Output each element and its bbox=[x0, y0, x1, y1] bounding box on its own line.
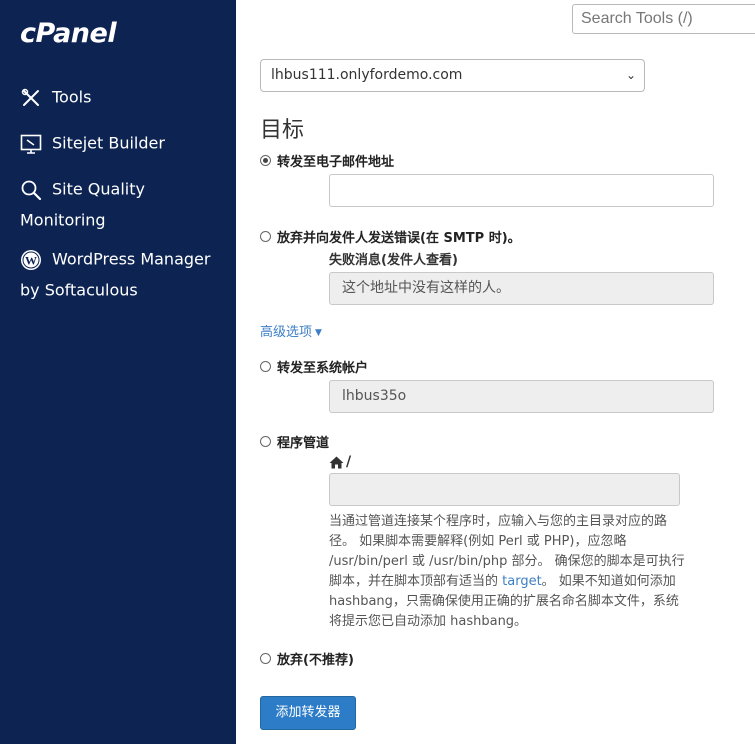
sidebar-item-label: Site Quality bbox=[52, 179, 145, 199]
section-heading: 目标 bbox=[260, 118, 305, 143]
option-label: 放弃(不推荐) bbox=[277, 653, 354, 668]
option-label: 转发至系统帐户 bbox=[277, 361, 369, 376]
pipe-path-field[interactable] bbox=[329, 473, 680, 506]
sidebar: cPanel Tools Sitejet Builder Site Qualit… bbox=[0, 0, 236, 744]
radio-forward-email[interactable] bbox=[260, 155, 271, 166]
radio-discard-error[interactable] bbox=[260, 231, 271, 242]
option-discard[interactable]: 放弃(不推荐) bbox=[260, 649, 354, 668]
advanced-options-toggle[interactable]: 高级选项 ▼ bbox=[260, 321, 322, 340]
top-bar: Search Tools (/) bbox=[236, 0, 755, 50]
sidebar-item-label: Sitejet Builder bbox=[52, 133, 165, 153]
help-target-link[interactable]: target bbox=[502, 574, 542, 589]
option-label: 放弃并向发件人发送错误(在 SMTP 时)。 bbox=[277, 231, 521, 246]
add-forwarder-button[interactable]: 添加转发器 bbox=[260, 696, 356, 730]
pipe-help-text: 当通过管道连接某个程序时，应输入与您的主目录对应的路径。 如果脚本需要解释(例如… bbox=[329, 512, 689, 632]
radio-discard[interactable] bbox=[260, 653, 271, 664]
sidebar-item-site-quality-monitoring[interactable]: Site Quality Monitoring bbox=[20, 174, 225, 235]
sidebar-item-label-line2: Monitoring bbox=[20, 210, 106, 229]
email-field[interactable] bbox=[329, 174, 714, 207]
search-input[interactable]: Search Tools (/) bbox=[572, 4, 755, 34]
sidebar-item-label: Tools bbox=[52, 87, 92, 107]
chevron-down-icon: ⌄ bbox=[625, 68, 636, 82]
home-path-prefix: / bbox=[329, 454, 351, 470]
monitor-icon bbox=[20, 133, 42, 155]
option-forward-system[interactable]: 转发至系统帐户 bbox=[260, 357, 368, 376]
domain-select-value: lhbus111.onlyfordemo.com bbox=[271, 67, 463, 83]
caret-down-icon: ▼ bbox=[315, 327, 322, 338]
radio-forward-system[interactable] bbox=[260, 361, 271, 372]
radio-pipe-program[interactable] bbox=[260, 436, 271, 447]
advanced-options-label: 高级选项 bbox=[260, 325, 313, 340]
home-path-slash: / bbox=[346, 454, 352, 470]
sidebar-item-label-line2: by Softaculous bbox=[20, 280, 138, 299]
home-icon bbox=[329, 456, 344, 468]
option-pipe-program[interactable]: 程序管道 bbox=[260, 432, 329, 451]
sidebar-item-tools[interactable]: Tools bbox=[20, 82, 225, 113]
sidebar-item-label: WordPress Manager bbox=[52, 249, 211, 269]
option-forward-email[interactable]: 转发至电子邮件地址 bbox=[260, 151, 394, 170]
svg-text:W: W bbox=[25, 253, 37, 267]
option-label: 程序管道 bbox=[277, 436, 330, 451]
magnifier-icon bbox=[20, 179, 42, 201]
failure-message-field[interactable]: 这个地址中没有这样的人。 bbox=[329, 272, 714, 305]
wordpress-icon: W bbox=[20, 249, 42, 271]
failure-message-label: 失败消息(发件人查看) bbox=[329, 253, 458, 268]
tools-icon bbox=[20, 87, 42, 109]
cpanel-logo[interactable]: cPanel bbox=[20, 18, 117, 49]
sidebar-item-wordpress-manager[interactable]: W WordPress Manager by Softaculous bbox=[20, 244, 225, 305]
main-content: lhbus111.onlyfordemo.com ⌄ 目标 转发至电子邮件地址 … bbox=[236, 50, 755, 744]
system-account-field[interactable]: lhbus35o bbox=[329, 380, 714, 413]
domain-select[interactable]: lhbus111.onlyfordemo.com ⌄ bbox=[260, 59, 645, 92]
sidebar-item-sitejet-builder[interactable]: Sitejet Builder bbox=[20, 128, 225, 159]
option-label: 转发至电子邮件地址 bbox=[277, 155, 395, 170]
option-discard-error[interactable]: 放弃并向发件人发送错误(在 SMTP 时)。 bbox=[260, 227, 521, 246]
